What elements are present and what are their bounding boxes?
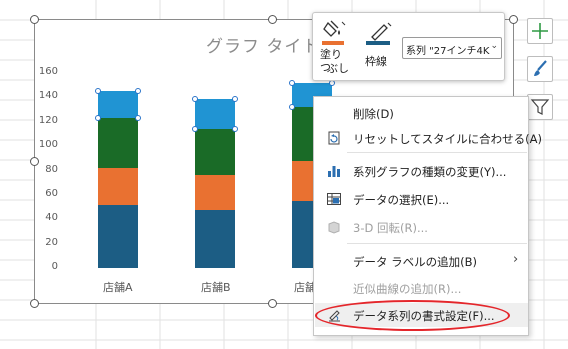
- resize-handle-top-middle[interactable]: [268, 15, 277, 24]
- y-tick-label: 100: [38, 139, 58, 151]
- y-tick-label: 140: [38, 90, 58, 102]
- y-tick-label: 40: [45, 212, 58, 224]
- selection-handle: [192, 95, 198, 102]
- series-selector-value: 系列 "27インチ4K: [406, 46, 490, 57]
- selection-handle: [232, 95, 238, 102]
- y-tick-label: 80: [45, 163, 58, 175]
- menu-item-reset-style[interactable]: リセットしてスタイルに合わせる(A): [315, 126, 542, 150]
- outline-color-bar: [366, 41, 390, 45]
- chart-elements-button[interactable]: [527, 18, 553, 44]
- bar-segment[interactable]: [98, 118, 138, 169]
- paint-bucket-icon: [323, 20, 346, 37]
- cube-icon: [328, 221, 340, 234]
- mini-toolbar: 塗りつ ぶし 枠線 系列 "27インチ4K ⌄: [312, 12, 505, 81]
- chevron-right-icon: ›: [513, 252, 519, 267]
- y-tick-label: 0: [51, 261, 58, 272]
- outline-button[interactable]: 枠線: [363, 17, 397, 77]
- filter-icon: [530, 99, 550, 115]
- chart-filters-button[interactable]: [527, 94, 553, 120]
- y-tick-label: 60: [45, 187, 58, 199]
- fill-label-line2: ぶし: [327, 62, 349, 75]
- chart-type-icon: [328, 166, 340, 177]
- y-tick-label: 160: [38, 66, 58, 77]
- menu-item-delete[interactable]: 削除(D): [315, 101, 528, 125]
- pen-outline-icon: [371, 22, 392, 41]
- bar-segment[interactable]: [195, 129, 235, 176]
- plus-icon: [532, 23, 548, 39]
- data-table-icon: [327, 193, 341, 205]
- bar-segment[interactable]: [98, 168, 138, 205]
- bar-segment[interactable]: [195, 98, 235, 130]
- y-tick-label: 20: [45, 236, 58, 248]
- highlight-oval: [315, 300, 510, 331]
- series-selector-dropdown[interactable]: 系列 "27インチ4K ⌄: [402, 37, 502, 59]
- menu-item-3d-rotation[interactable]: 3-D 回転(R)...: [315, 215, 528, 239]
- paintbrush-icon: [534, 60, 547, 76]
- resize-handle-bottom-left[interactable]: [30, 299, 39, 308]
- resize-handle-top-right[interactable]: [509, 15, 518, 24]
- outline-label: 枠線: [365, 55, 387, 68]
- fill-color-bar: [322, 41, 344, 45]
- menu-item-add-data-labels[interactable]: データ ラベルの追加(B) ›: [315, 249, 528, 273]
- menu-item-change-chart-type[interactable]: 系列グラフの種類の変更(Y)...: [315, 159, 528, 183]
- menu-item-select-data[interactable]: データの選択(E)...: [315, 187, 528, 211]
- bar-segment[interactable]: [98, 204, 138, 268]
- fill-button[interactable]: 塗りつ ぶし: [319, 17, 353, 77]
- resize-handle-top-left[interactable]: [30, 15, 39, 24]
- chevron-down-icon: ⌄: [490, 41, 498, 51]
- resize-handle-bottom-middle[interactable]: [268, 299, 277, 308]
- bar-segment[interactable]: [195, 175, 235, 210]
- bar-segment[interactable]: [195, 209, 235, 268]
- menu-separator: [347, 243, 527, 244]
- reset-style-icon: [328, 131, 340, 145]
- menu-separator: [347, 152, 527, 153]
- menu-item-add-trendline[interactable]: 近似曲線の追加(R)...: [315, 276, 528, 300]
- bar-segment[interactable]: [98, 91, 138, 119]
- y-tick-label: 120: [38, 114, 58, 126]
- x-axis-label-store-b: 店舗B: [201, 281, 231, 294]
- chart-styles-button[interactable]: [527, 56, 553, 82]
- x-axis-label-store-a: 店舗A: [103, 281, 133, 294]
- selection-handle: [289, 79, 295, 86]
